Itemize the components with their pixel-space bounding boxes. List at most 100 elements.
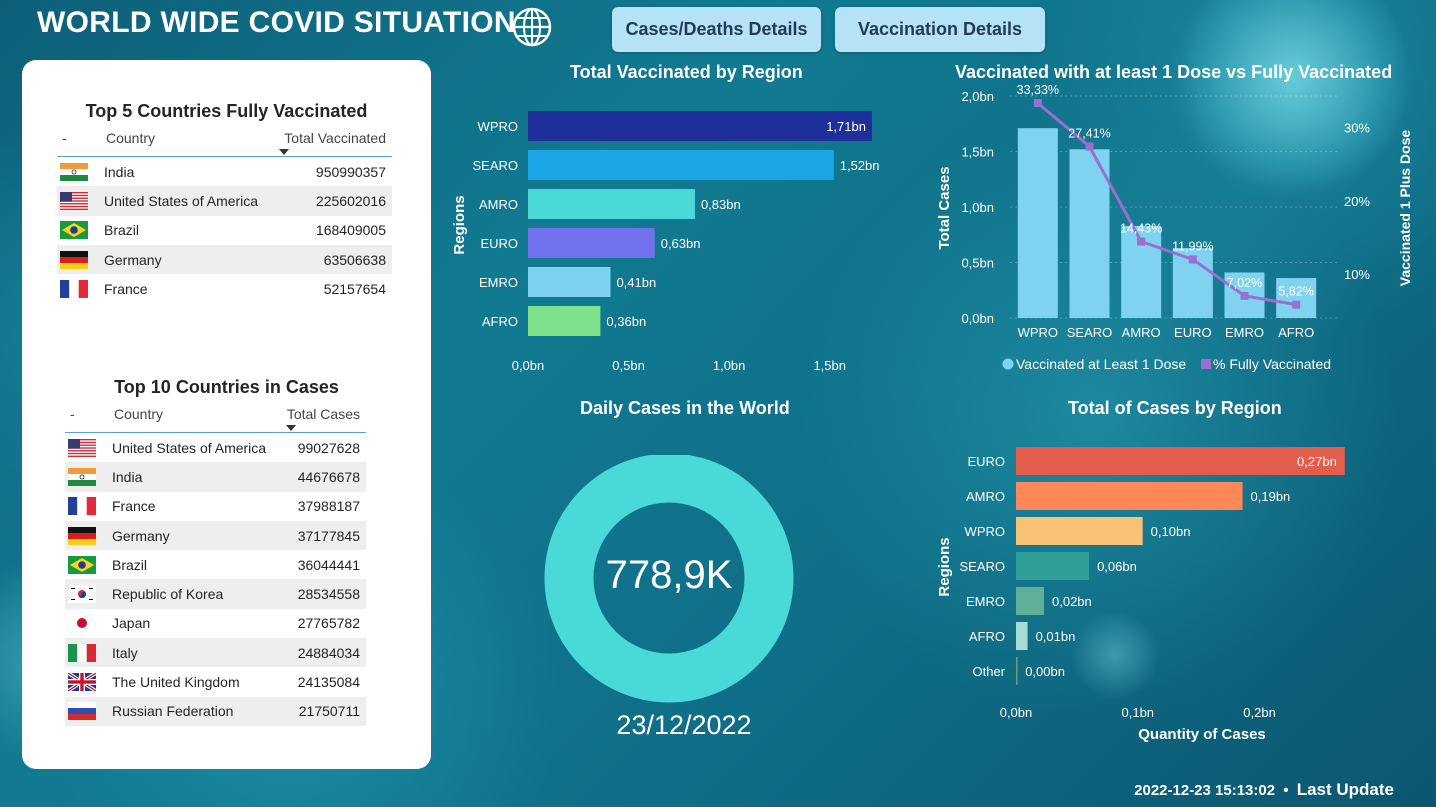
line-point[interactable] bbox=[1292, 300, 1301, 309]
country-cell: Germany bbox=[112, 527, 170, 544]
y2-tick-label: 10% bbox=[1344, 267, 1370, 282]
country-cell: Brazil bbox=[112, 556, 148, 573]
cases-table-header: - Country Total Cases bbox=[65, 406, 366, 433]
cases-table-title: Top 10 Countries in Cases bbox=[114, 377, 339, 397]
country-cell: Italy bbox=[112, 644, 138, 661]
cases-deaths-details-button[interactable]: Cases/Deaths Details bbox=[612, 7, 821, 52]
tables-panel: Top 5 Countries Fully Vaccinated - Count… bbox=[22, 60, 431, 769]
x-tick-label: WPRO bbox=[1018, 325, 1058, 340]
region-tick-label: EURO bbox=[967, 454, 1005, 469]
total-vaccinated-column-header[interactable]: Total Vaccinated bbox=[284, 130, 392, 146]
korea-flag-icon bbox=[65, 585, 112, 604]
line-point[interactable] bbox=[1033, 99, 1042, 108]
uk-flag-icon bbox=[65, 673, 112, 692]
region-tick-label: WPRO bbox=[478, 119, 518, 134]
bar-amro[interactable] bbox=[528, 189, 695, 219]
vaccination-details-button[interactable]: Vaccination Details bbox=[835, 7, 1045, 52]
sort-desc-icon[interactable] bbox=[286, 425, 296, 431]
last-update-timestamp: 2022-12-23 15:13:02 bbox=[1134, 782, 1276, 799]
table-row[interactable]: Brazil 168409005 bbox=[57, 216, 392, 245]
bar-euro[interactable] bbox=[1016, 447, 1345, 475]
data-label: 0,10bn bbox=[1151, 524, 1191, 539]
last-update-label: Last Update bbox=[1296, 780, 1394, 799]
line-point[interactable] bbox=[1137, 237, 1146, 246]
bar-wpro[interactable] bbox=[528, 111, 872, 141]
value-cell: 37177845 bbox=[297, 527, 360, 544]
bar-wpro[interactable] bbox=[1017, 128, 1058, 318]
table-row[interactable]: Germany 63506638 bbox=[57, 244, 392, 275]
country-cell: The United Kingdom bbox=[112, 674, 240, 691]
table-row[interactable]: Brazil 36044441 bbox=[65, 550, 366, 579]
table-row[interactable]: United States of America 99027628 bbox=[65, 433, 366, 462]
y-tick-label: 1,5bn bbox=[961, 145, 994, 160]
x-tick-label: EURO bbox=[1174, 325, 1212, 340]
country-cell: Japan bbox=[112, 615, 151, 632]
y-tick-label: 2,0bn bbox=[961, 89, 994, 104]
x-tick-label: 0,2bn bbox=[1243, 705, 1276, 720]
country-column-header[interactable]: Country bbox=[106, 130, 284, 146]
data-label: 1,71bn bbox=[826, 119, 866, 134]
sort-desc-icon[interactable] bbox=[279, 149, 289, 155]
table-row[interactable]: France 37988187 bbox=[65, 492, 366, 521]
bar-amro[interactable] bbox=[1016, 482, 1243, 510]
table-row[interactable]: Italy 24884034 bbox=[65, 638, 366, 668]
region-tick-label: SEARO bbox=[472, 158, 518, 173]
y2-tick-label: 30% bbox=[1344, 121, 1370, 136]
flag-column-header[interactable]: - bbox=[65, 406, 114, 422]
y2-tick-label: 20% bbox=[1344, 194, 1370, 209]
x-tick-label: 0,5bn bbox=[612, 358, 645, 373]
line-point[interactable] bbox=[1085, 142, 1094, 151]
table-row[interactable]: India 950990357 bbox=[57, 157, 392, 186]
table-row[interactable]: India 44676678 bbox=[65, 462, 366, 492]
bar-emro[interactable] bbox=[1016, 587, 1045, 615]
bar-emro[interactable] bbox=[528, 267, 611, 297]
table-row[interactable]: Republic of Korea 28534558 bbox=[65, 579, 366, 609]
last-update: 2022-12-23 15:13:02 • Last Update bbox=[1134, 780, 1394, 800]
bar-euro[interactable] bbox=[528, 228, 655, 258]
country-cell: India bbox=[112, 468, 143, 485]
vaccinated-table-title: Top 5 Countries Fully Vaccinated bbox=[85, 101, 368, 121]
flag-column-header[interactable]: - bbox=[57, 130, 106, 146]
y2-axis-label: Vaccinated 1 Plus Dose bbox=[1397, 130, 1413, 287]
x-tick-label: 0,1bn bbox=[1122, 705, 1155, 720]
data-label: 0,02bn bbox=[1052, 594, 1092, 609]
italy-flag-icon bbox=[65, 643, 112, 662]
region-tick-label: EMRO bbox=[479, 275, 518, 290]
country-cell: Russian Federation bbox=[112, 703, 234, 720]
country-cell: Germany bbox=[104, 251, 162, 268]
india-flag-icon bbox=[57, 162, 104, 181]
data-label: 14,43% bbox=[1120, 222, 1162, 236]
y-tick-label: 1,0bn bbox=[961, 200, 994, 215]
line-point[interactable] bbox=[1188, 255, 1197, 264]
line-point[interactable] bbox=[1240, 291, 1249, 300]
daily-cases-value: 778,9K bbox=[605, 553, 733, 597]
region-tick-label: Other bbox=[972, 664, 1005, 679]
usa-flag-icon bbox=[57, 191, 104, 210]
country-cell: United States of America bbox=[104, 192, 259, 209]
total-cases-column-header[interactable]: Total Cases bbox=[287, 406, 366, 422]
x-tick-label: EMRO bbox=[1225, 325, 1264, 340]
bar-searo[interactable] bbox=[528, 150, 834, 180]
bar-searo[interactable] bbox=[1016, 552, 1090, 580]
data-label: 1,52bn bbox=[840, 158, 880, 173]
legend-marker bbox=[1201, 359, 1211, 369]
country-cell: Brazil bbox=[104, 222, 140, 239]
x-tick-label: 0,0bn bbox=[512, 358, 545, 373]
bar-afro[interactable] bbox=[1016, 622, 1028, 650]
france-flag-icon bbox=[57, 279, 104, 298]
table-row[interactable]: Japan 27765782 bbox=[65, 609, 366, 638]
data-label: 5,82% bbox=[1278, 285, 1313, 299]
table-row[interactable]: Germany 37177845 bbox=[65, 520, 366, 551]
brazil-flag-icon bbox=[57, 221, 104, 240]
bar-afro[interactable] bbox=[528, 306, 601, 336]
bar-other[interactable] bbox=[1016, 657, 1018, 685]
bar-wpro[interactable] bbox=[1016, 517, 1143, 545]
vaccinated-table-header: - Country Total Vaccinated bbox=[57, 130, 392, 157]
data-label: 11,99% bbox=[1172, 239, 1213, 253]
table-row[interactable]: United States of America 225602016 bbox=[57, 186, 392, 216]
table-row[interactable]: The United Kingdom 24135084 bbox=[65, 667, 366, 696]
country-column-header[interactable]: Country bbox=[114, 406, 287, 422]
table-row[interactable]: France 52157654 bbox=[57, 274, 392, 303]
table-row[interactable]: Russian Federation 21750711 bbox=[65, 696, 366, 726]
country-cell: India bbox=[104, 163, 135, 180]
